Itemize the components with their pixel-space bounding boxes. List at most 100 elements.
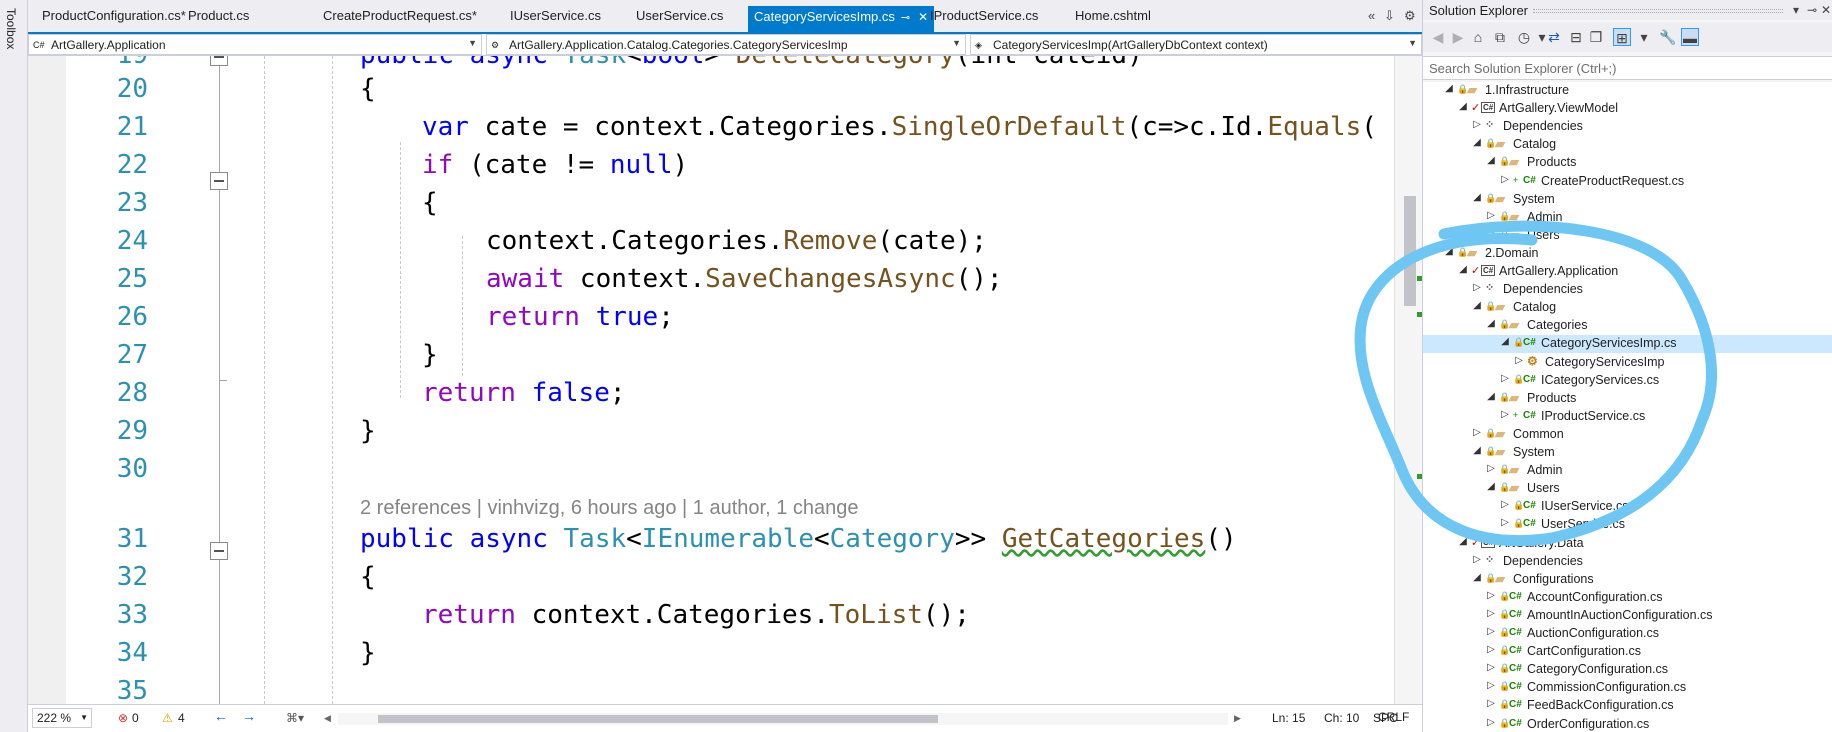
tree-item[interactable]: ▷ 🔒 ▰ Admin: [1423, 209, 1832, 227]
tree-item[interactable]: ▷ ⁘ Dependencies: [1423, 553, 1832, 571]
tree-item[interactable]: ▷ 🔒 C# CommissionConfiguration.cs: [1423, 679, 1832, 697]
tab-productconfiguration[interactable]: ProductConfiguration.cs*: [42, 8, 186, 32]
tree-item[interactable]: ▷ 🔒 ▰ Admin: [1423, 462, 1832, 480]
zoom-dropdown[interactable]: 222 % ▼: [32, 708, 92, 728]
tree-item[interactable]: ▷ 🔒 C# CartConfiguration.cs: [1423, 643, 1832, 661]
collapse-all-icon[interactable]: ⊟: [1567, 28, 1585, 46]
expand-arrow-icon[interactable]: ▷: [1485, 626, 1497, 637]
solution-explorer-search-input[interactable]: Search Solution Explorer (Ctrl+;): [1423, 56, 1832, 80]
scrollbar-thumb[interactable]: [1404, 196, 1416, 306]
tree-item[interactable]: ◢ 🔒 ▰ Categories: [1423, 317, 1832, 335]
tree-item[interactable]: ◢ ✓ C# ArtGallery.Application: [1423, 263, 1832, 281]
collapse-arrow-icon[interactable]: ◢: [1457, 264, 1469, 275]
tree-item[interactable]: ▷ 🔒 C# AmountInAuctionConfiguration.cs: [1423, 607, 1832, 625]
tree-item[interactable]: ◢ 🔒 ▰ Configurations: [1423, 571, 1832, 589]
tree-item[interactable]: ◢ 🔒 ▰ System: [1423, 191, 1832, 209]
expand-arrow-icon[interactable]: ▷: [1485, 644, 1497, 655]
error-icon[interactable]: ⊗: [118, 711, 128, 725]
pin-icon[interactable]: ⊸: [901, 12, 910, 24]
sync-icon[interactable]: ⇄: [1545, 28, 1563, 46]
pending-changes-filter-icon[interactable]: ◷: [1515, 28, 1533, 46]
tree-item[interactable]: ▷ 🔒 C# AccountConfiguration.cs: [1423, 589, 1832, 607]
collapse-arrow-icon[interactable]: ◢: [1457, 101, 1469, 112]
tree-item[interactable]: ▷ 🔒 C# ICategoryServices.cs: [1423, 372, 1832, 390]
drag-grip[interactable]: [1533, 9, 1783, 13]
navigate-back-icon[interactable]: ←: [214, 708, 228, 724]
tree-item[interactable]: ◢ ✓ C# ArtGallery.ViewModel: [1423, 100, 1832, 118]
window-position-dropdown-icon[interactable]: ▾: [1793, 3, 1799, 17]
collapse-arrow-icon[interactable]: ◢: [1471, 572, 1483, 583]
horizontal-scrollbar[interactable]: [338, 713, 1228, 725]
tree-item[interactable]: ◢ 🔒 ▰ Catalog: [1423, 299, 1832, 317]
collapse-arrow-icon[interactable]: ◢: [1499, 336, 1511, 347]
expand-arrow-icon[interactable]: ▷: [1499, 499, 1511, 510]
scrollbar-thumb[interactable]: [378, 715, 938, 723]
tree-item[interactable]: ▷ ⁘ Dependencies: [1423, 118, 1832, 136]
warning-count[interactable]: 4: [178, 711, 185, 725]
forward-icon[interactable]: ▶: [1449, 28, 1467, 46]
switch-views-icon[interactable]: ⧉: [1491, 28, 1509, 46]
expand-arrow-icon[interactable]: ▷: [1485, 463, 1497, 474]
expand-arrow-icon[interactable]: ▷: [1485, 717, 1497, 728]
expand-arrow-icon[interactable]: ▷: [1499, 174, 1511, 185]
close-icon[interactable]: ✕: [1821, 3, 1831, 17]
collapse-arrow-icon[interactable]: ◢: [1443, 83, 1455, 94]
dropdown-icon[interactable]: ▾: [1635, 28, 1653, 46]
close-icon[interactable]: ✕: [918, 10, 928, 24]
scroll-right-icon[interactable]: ▶: [1234, 713, 1241, 724]
collapse-if-toggle[interactable]: [210, 172, 228, 190]
tree-item[interactable]: ◢ 🔒 ▰ 2.Domain: [1423, 245, 1832, 263]
tree-item[interactable]: ▷ 🔒 ▰ Common: [1423, 426, 1832, 444]
tree-item[interactable]: ▷ 🔒 C# FeedBackConfiguration.cs: [1423, 697, 1832, 715]
gear-icon[interactable]: ⚙: [1404, 8, 1416, 24]
tab-createproductrequest[interactable]: CreateProductRequest.cs*: [323, 8, 477, 32]
tree-item[interactable]: ◢ ✓ C# ArtGallery.Data: [1423, 535, 1832, 553]
expand-arrow-icon[interactable]: ▷: [1499, 517, 1511, 528]
expand-arrow-icon[interactable]: ▷: [1471, 554, 1483, 565]
expand-arrow-icon[interactable]: ▷: [1485, 680, 1497, 691]
expand-arrow-icon[interactable]: ▷: [1471, 282, 1483, 293]
tree-item[interactable]: ◢ 🔒 C# CategoryServicesImp.cs: [1423, 335, 1832, 354]
collapse-arrow-icon[interactable]: ◢: [1457, 536, 1469, 547]
tree-item[interactable]: ◢ 🔒 ▰ 1.Infrastructure: [1423, 82, 1832, 100]
collapse-arrow-icon[interactable]: ◢: [1485, 318, 1497, 329]
tree-item[interactable]: ▷ 🔒 ▰ Users: [1423, 227, 1832, 245]
tab-iproductservice[interactable]: IProductService.cs: [930, 8, 1038, 32]
collapse-arrow-icon[interactable]: ◢: [1471, 300, 1483, 311]
tab-iuserservice[interactable]: IUserService.cs: [510, 8, 601, 32]
project-dropdown[interactable]: C# ArtGallery.Application ▼: [28, 34, 482, 55]
error-count[interactable]: 0: [132, 711, 139, 725]
indicator-margin[interactable]: [28, 56, 66, 704]
tree-item[interactable]: ◢ 🔒 ▰ Products: [1423, 154, 1832, 172]
tree-item[interactable]: ▷ 🔒 C# IUserService.cs: [1423, 498, 1832, 516]
tree-item[interactable]: ◢ 🔒 ▰ Products: [1423, 390, 1832, 408]
expand-arrow-icon[interactable]: ▷: [1485, 590, 1497, 601]
brush-icon[interactable]: ⌘▾: [286, 711, 304, 725]
collapse-arrow-icon[interactable]: ◢: [1485, 481, 1497, 492]
preview-selected-icon[interactable]: ▬: [1681, 28, 1699, 46]
collapse-arrow-icon[interactable]: ◢: [1471, 137, 1483, 148]
line-ending-indicator[interactable]: CRLF: [1378, 710, 1409, 724]
tree-item[interactable]: ▷ 🔒 C# AuctionConfiguration.cs: [1423, 625, 1832, 643]
expand-arrow-icon[interactable]: ▷: [1471, 427, 1483, 438]
tree-item[interactable]: ▷ 🔒 C# CategoryConfiguration.cs: [1423, 661, 1832, 679]
tree-item[interactable]: ◢ 🔒 ▰ Users: [1423, 480, 1832, 498]
collapse-method-toggle[interactable]: [210, 542, 228, 560]
expand-arrow-icon[interactable]: ▷: [1485, 608, 1497, 619]
back-icon[interactable]: ◀: [1429, 28, 1447, 46]
warning-icon[interactable]: ⚠: [162, 711, 173, 725]
expand-arrow-icon[interactable]: ▷: [1485, 698, 1497, 709]
tab-categoryservicesimp[interactable]: CategoryServicesImp.cs ⊸ ✕: [748, 6, 935, 32]
member-dropdown[interactable]: ◈ CategoryServicesImp(ArtGalleryDbContext…: [970, 34, 1422, 55]
tree-item[interactable]: ◢ 🔒 ▰ Catalog: [1423, 136, 1832, 154]
scroll-left-icon[interactable]: ◀: [324, 713, 331, 724]
vertical-scrollbar[interactable]: [1394, 56, 1422, 704]
tree-item[interactable]: ▷ ⁘ Dependencies: [1423, 281, 1832, 299]
expand-arrow-icon[interactable]: ▷: [1485, 228, 1497, 239]
tab-home-cshtml[interactable]: Home.cshtml: [1075, 8, 1151, 32]
collapse-method-toggle[interactable]: [210, 56, 228, 66]
collapse-arrow-icon[interactable]: ◢: [1485, 155, 1497, 166]
toolbox-strip[interactable]: Toolbox: [0, 0, 28, 732]
filter-icon[interactable]: ⊞: [1613, 28, 1631, 46]
tree-item[interactable]: ▷ 🔒 C# OrderConfiguration.cs: [1423, 716, 1832, 732]
